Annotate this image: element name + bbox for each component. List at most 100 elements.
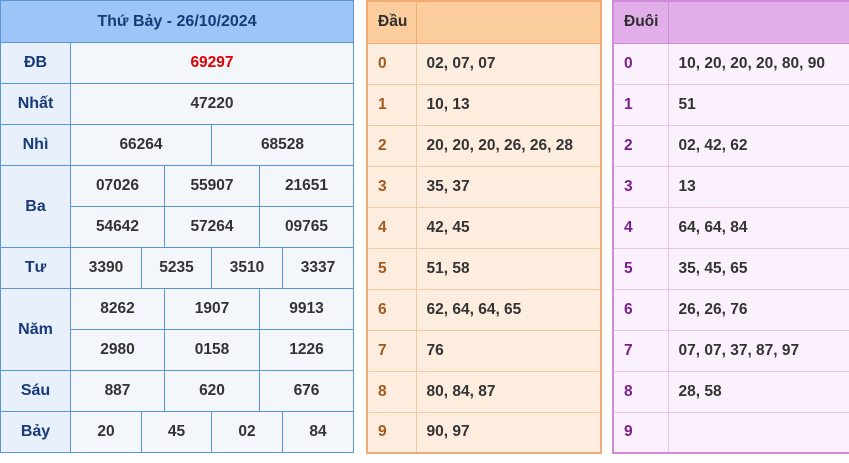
prize-value: 84 <box>282 411 354 453</box>
duoi-values: 13 <box>668 166 849 208</box>
prize-value: 3510 <box>211 247 283 289</box>
duoi-row: 0 10, 20, 20, 20, 80, 90 <box>613 43 849 85</box>
duoi-table: Đuôi 0 10, 20, 20, 20, 80, 90 1 51 2 02, 42, … <box>612 0 849 454</box>
prize-value: 45 <box>141 411 212 453</box>
prize-row-nhi: Nhì 66264 68528 <box>0 124 354 166</box>
duoi-row: 2 02, 42, 62 <box>613 125 849 167</box>
duoi-row: 6 26, 26, 76 <box>613 289 849 331</box>
dau-body: 0 02, 07, 07 1 10, 13 2 20, 20, 20, 26, 26, 2… <box>367 43 601 454</box>
prize-value: 54642 <box>70 206 165 248</box>
dau-row: 1 10, 13 <box>367 84 601 126</box>
dau-header-row: Đầu <box>367 1 601 44</box>
duoi-row: 4 64, 64, 84 <box>613 207 849 249</box>
prize-label-db: ĐB <box>0 42 71 84</box>
prize-value: 8262 <box>70 288 165 330</box>
prize-label-nhat: Nhất <box>0 83 71 125</box>
duoi-row: 8 28, 58 <box>613 371 849 413</box>
duoi-key: 3 <box>613 166 669 208</box>
duoi-key: 4 <box>613 207 669 249</box>
dau-values: 35, 37 <box>416 166 601 208</box>
prize-value: 21651 <box>259 165 354 207</box>
dau-key: 5 <box>367 248 417 290</box>
results-table: Thứ Bảy - 26/10/2024 ĐB 69297 Nhất 47220… <box>0 0 354 453</box>
duoi-header-blank <box>668 1 849 44</box>
results-header-row: Thứ Bảy - 26/10/2024 <box>0 0 354 43</box>
dau-values: 51, 58 <box>416 248 601 290</box>
prize-value: 1907 <box>164 288 260 330</box>
dau-key: 4 <box>367 207 417 249</box>
duoi-row: 3 13 <box>613 166 849 208</box>
duoi-values: 28, 58 <box>668 371 849 413</box>
prize-row-nhat: Nhất 47220 <box>0 83 354 125</box>
prize-value: 47220 <box>70 83 354 125</box>
prize-value: 66264 <box>70 124 212 166</box>
dau-title: Đầu <box>367 1 417 44</box>
dau-values: 80, 84, 87 <box>416 371 601 413</box>
dau-row: 0 02, 07, 07 <box>367 43 601 85</box>
prize-label-ba: Ba <box>0 165 71 248</box>
duoi-key: 6 <box>613 289 669 331</box>
prize-value: 20 <box>70 411 142 453</box>
dau-values: 76 <box>416 330 601 372</box>
dau-row: 7 76 <box>367 330 601 372</box>
prize-row-ba: Ba 07026 55907 21651 <box>0 165 354 248</box>
prize-value: 676 <box>259 370 354 412</box>
duoi-row: 7 07, 07, 37, 87, 97 <box>613 330 849 372</box>
dau-key: 1 <box>367 84 417 126</box>
dau-row: 6 62, 64, 64, 65 <box>367 289 601 331</box>
duoi-values <box>668 412 849 454</box>
prize-value: 02 <box>211 411 283 453</box>
prize-value: 0158 <box>164 329 260 371</box>
duoi-values: 10, 20, 20, 20, 80, 90 <box>668 43 849 85</box>
dau-values: 02, 07, 07 <box>416 43 601 85</box>
dau-key: 9 <box>367 412 417 454</box>
prize-label-bay: Bảy <box>0 411 71 453</box>
prize-value: 620 <box>164 370 260 412</box>
dau-header-blank <box>416 1 601 44</box>
prize-row-nam: Năm 8262 1907 9913 <box>0 288 354 371</box>
dau-key: 2 <box>367 125 417 167</box>
prize-value: 55907 <box>164 165 260 207</box>
dau-key: 8 <box>367 371 417 413</box>
results-date-title: Thứ Bảy - 26/10/2024 <box>0 0 354 43</box>
dau-row: 8 80, 84, 87 <box>367 371 601 413</box>
prize-label-nhi: Nhì <box>0 124 71 166</box>
duoi-key: 5 <box>613 248 669 290</box>
duoi-values: 51 <box>668 84 849 126</box>
duoi-key: 8 <box>613 371 669 413</box>
prize-value: 3337 <box>282 247 354 289</box>
prize-value: 3390 <box>70 247 142 289</box>
prize-value: 1226 <box>259 329 354 371</box>
dau-key: 7 <box>367 330 417 372</box>
duoi-key: 9 <box>613 412 669 454</box>
dau-row: 3 35, 37 <box>367 166 601 208</box>
dau-row: 2 20, 20, 20, 26, 26, 28 <box>367 125 601 167</box>
prize-row-sau: Sáu 887 620 676 <box>0 370 354 412</box>
prize-row-db: ĐB 69297 <box>0 42 354 84</box>
duoi-values: 02, 42, 62 <box>668 125 849 167</box>
prize-value: 5235 <box>141 247 212 289</box>
duoi-key: 0 <box>613 43 669 85</box>
prize-row-bay: Bảy 20 45 02 84 <box>0 411 354 453</box>
dau-table: Đầu 0 02, 07, 07 1 10, 13 2 20, 20, 20, 26, 2… <box>366 0 602 454</box>
duoi-row: 5 35, 45, 65 <box>613 248 849 290</box>
prize-value: 2980 <box>70 329 165 371</box>
prize-value: 07026 <box>70 165 165 207</box>
duoi-title: Đuôi <box>613 1 669 44</box>
prize-value: 57264 <box>164 206 260 248</box>
prize-value: 69297 <box>70 42 354 84</box>
dau-key: 6 <box>367 289 417 331</box>
duoi-values: 26, 26, 76 <box>668 289 849 331</box>
duoi-body: 0 10, 20, 20, 20, 80, 90 1 51 2 02, 42, 62 3 13… <box>613 43 849 454</box>
prize-row-tu: Tư 3390 5235 3510 3337 <box>0 247 354 289</box>
prize-value: 09765 <box>259 206 354 248</box>
dau-values: 10, 13 <box>416 84 601 126</box>
prize-label-nam: Năm <box>0 288 71 371</box>
duoi-row: 1 51 <box>613 84 849 126</box>
dau-key: 0 <box>367 43 417 85</box>
prize-value: 887 <box>70 370 165 412</box>
prize-label-tu: Tư <box>0 247 71 289</box>
dau-values: 90, 97 <box>416 412 601 454</box>
duoi-values: 35, 45, 65 <box>668 248 849 290</box>
dau-values: 62, 64, 64, 65 <box>416 289 601 331</box>
